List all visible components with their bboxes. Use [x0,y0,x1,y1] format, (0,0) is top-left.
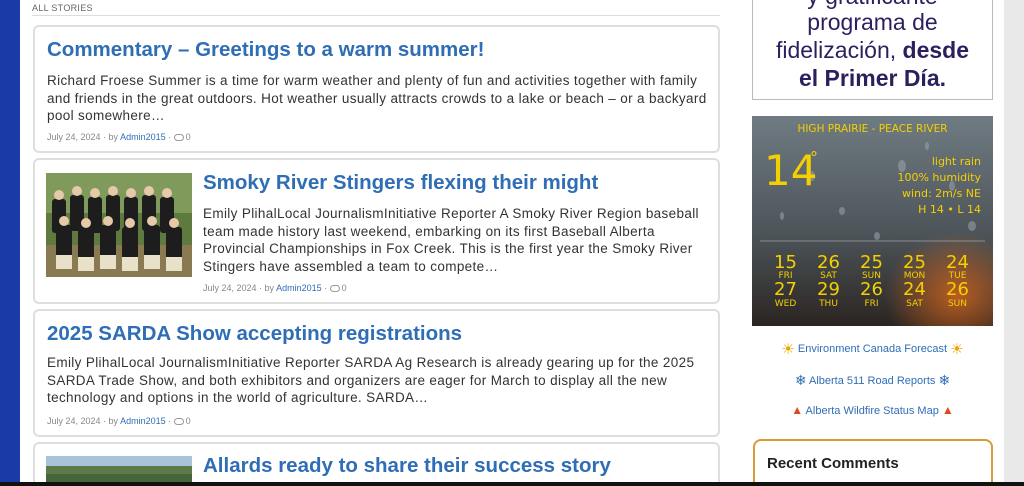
story-meta: July 24, 2024 · by Admin2015 · 0 [203,283,347,293]
story-title[interactable]: Smoky River Stingers flexing their might [203,171,598,195]
story-excerpt: Emily PlihalLocal JournalismInitiative R… [203,206,699,274]
wildfire-link-row[interactable]: ▲ Alberta Wildfire Status Map ▲ [752,403,993,417]
recent-comments-widget: Recent Comments [753,439,993,486]
forecast-row: 15 FRI 27 WED 26 SAT 29 THU 25 SUN 26 FRI 25 MON 24 SAT… [752,254,993,326]
story-by: by [108,416,119,426]
sidebar-ad[interactable]: y gratificante programa de fidelización,… [752,0,993,100]
forecast-low: 27 [774,279,797,300]
story-excerpt: Richard Froese Summer is a time for warm… [47,73,707,123]
wildfire-link[interactable]: Alberta Wildfire Status Map [806,405,939,417]
ad-line: fidelización, desde [753,36,992,64]
story-date: July 24, 2024 [203,283,257,293]
comment-icon [329,285,340,292]
forecast-low-day: THU [819,299,838,309]
roads-link[interactable]: Alberta 511 Road Reports [809,375,935,387]
forecast-high: 24 [946,252,969,273]
story-date: July 24, 2024 [47,132,101,142]
weather-widget[interactable]: HIGH PRAIRIE - PEACE RIVER 14 ° light ra… [752,116,993,326]
story-card: 2025 SARDA Show accepting registrations … [33,309,720,437]
side-strip [1004,0,1024,486]
story-comment-count[interactable]: 0 [186,416,191,426]
weather-humidity: 100% humidity [897,171,981,184]
forecast-day: 24 TUE 26 SUN [936,252,979,310]
forecast-high: 26 [817,252,840,273]
forecast-day: 25 MON 24 SAT [893,252,936,310]
story-title[interactable]: 2025 SARDA Show accepting registrations [47,322,462,346]
story-date: July 24, 2024 [47,416,101,426]
forecast-high: 15 [774,252,797,273]
forecast-low: 29 [817,279,840,300]
bottom-bar [0,482,1024,486]
story-meta: July 24, 2024 · by Admin2015 · 0 [47,416,191,426]
story-meta: July 24, 2024 · by Admin2015 · 0 [47,132,191,142]
weather-hilo: H 14 • L 14 [918,203,981,216]
forecast-high: 25 [860,252,883,273]
recent-comments-title: Recent Comments [767,455,899,472]
comment-icon [173,134,184,141]
ad-line: el Primer Día. [798,65,947,91]
forecast-day: 26 SAT 29 THU [807,252,850,310]
story-author-link[interactable]: Admin2015 [120,132,166,142]
story-comment-count[interactable]: 0 [342,283,347,293]
story-comment-count[interactable]: 0 [186,132,191,142]
snowflake-icon: ❄ [794,372,807,388]
story-by: by [264,283,275,293]
forecast-low: 26 [946,279,969,300]
forecast-link[interactable]: Environment Canada Forecast [798,343,947,355]
story-author-link[interactable]: Admin2015 [120,416,166,426]
story-card: Smoky River Stingers flexing their might… [33,158,720,304]
forecast-day: 15 FRI 27 WED [764,252,807,310]
fire-icon: ▲ [941,403,954,417]
forecast-low-day: WED [774,299,797,309]
roads-link-row[interactable]: ❄ Alberta 511 Road Reports ❄ [752,372,993,389]
story-by: by [108,132,119,142]
forecast-low: 24 [903,279,926,300]
sun-icon: ☀ [781,341,795,358]
forecast-high: 25 [903,252,926,273]
weather-temp-deg: ° [810,148,818,167]
ad-text: fidelización, [775,37,903,63]
story-excerpt: Emily PlihalLocal JournalismInitiative R… [47,355,695,405]
weather-condition: light rain [931,155,981,168]
section-label: ALL STORIES [32,3,93,13]
weather-wind: wind: 2m/s NE [901,187,981,200]
forecast-link-row[interactable]: ☀ Environment Canada Forecast ☀ [752,340,993,358]
comment-icon [173,418,184,425]
ad-text-bold: desde [902,37,970,63]
forecast-low-day: SAT [906,299,923,309]
fire-icon: ▲ [791,403,804,417]
forecast-low: 26 [860,279,883,300]
story-thumbnail[interactable] [46,173,192,277]
story-title[interactable]: Allards ready to share their success sto… [203,454,611,478]
ad-line: programa de [807,9,938,35]
story-author-link[interactable]: Admin2015 [276,283,322,293]
section-divider [32,15,720,16]
story-title[interactable]: Commentary – Greetings to a warm summer! [47,38,484,62]
forecast-low-day: FRI [864,299,879,309]
snowflake-icon: ❄ [938,372,951,388]
story-card: Allards ready to share their success sto… [33,442,720,486]
forecast-low-day: SUN [947,299,968,309]
forecast-day: 25 SUN 26 FRI [850,252,893,310]
sun-icon: ☀ [950,341,964,358]
weather-location: HIGH PRAIRIE - PEACE RIVER [797,123,948,135]
story-card: Commentary – Greetings to a warm summer!… [33,25,720,153]
